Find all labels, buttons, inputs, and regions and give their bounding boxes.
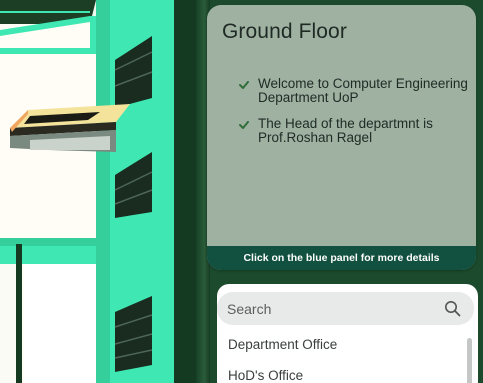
floor-title: Ground Floor — [222, 20, 347, 43]
building-model — [0, 0, 206, 383]
info-item: The Head of the departmnt is Prof.Roshan… — [239, 117, 469, 145]
result-item-hod-office[interactable]: HoD's Office — [228, 367, 458, 383]
floor-info-list: Welcome to Computer Engineering Departme… — [239, 77, 469, 157]
check-icon — [239, 121, 249, 129]
info-item: Welcome to Computer Engineering Departme… — [239, 77, 469, 105]
result-item-department-office[interactable]: Department Office — [228, 336, 458, 367]
building-3d-view[interactable] — [0, 0, 206, 383]
room-search-panel: Department Office HoD's Office — [217, 284, 478, 383]
search-box — [217, 292, 474, 325]
info-item-text: The Head of the departmnt is Prof.Roshan… — [258, 116, 433, 145]
search-icon[interactable] — [444, 300, 461, 317]
details-footer-button[interactable]: Click on the blue panel for more details — [207, 246, 476, 270]
search-results-list: Department Office HoD's Office — [228, 336, 458, 383]
check-icon — [239, 81, 249, 89]
floor-info-panel: Ground Floor Welcome to Computer Enginee… — [207, 5, 476, 270]
search-input[interactable] — [227, 292, 432, 325]
results-scrollbar[interactable] — [467, 338, 472, 383]
info-item-text: Welcome to Computer Engineering Departme… — [258, 76, 468, 105]
